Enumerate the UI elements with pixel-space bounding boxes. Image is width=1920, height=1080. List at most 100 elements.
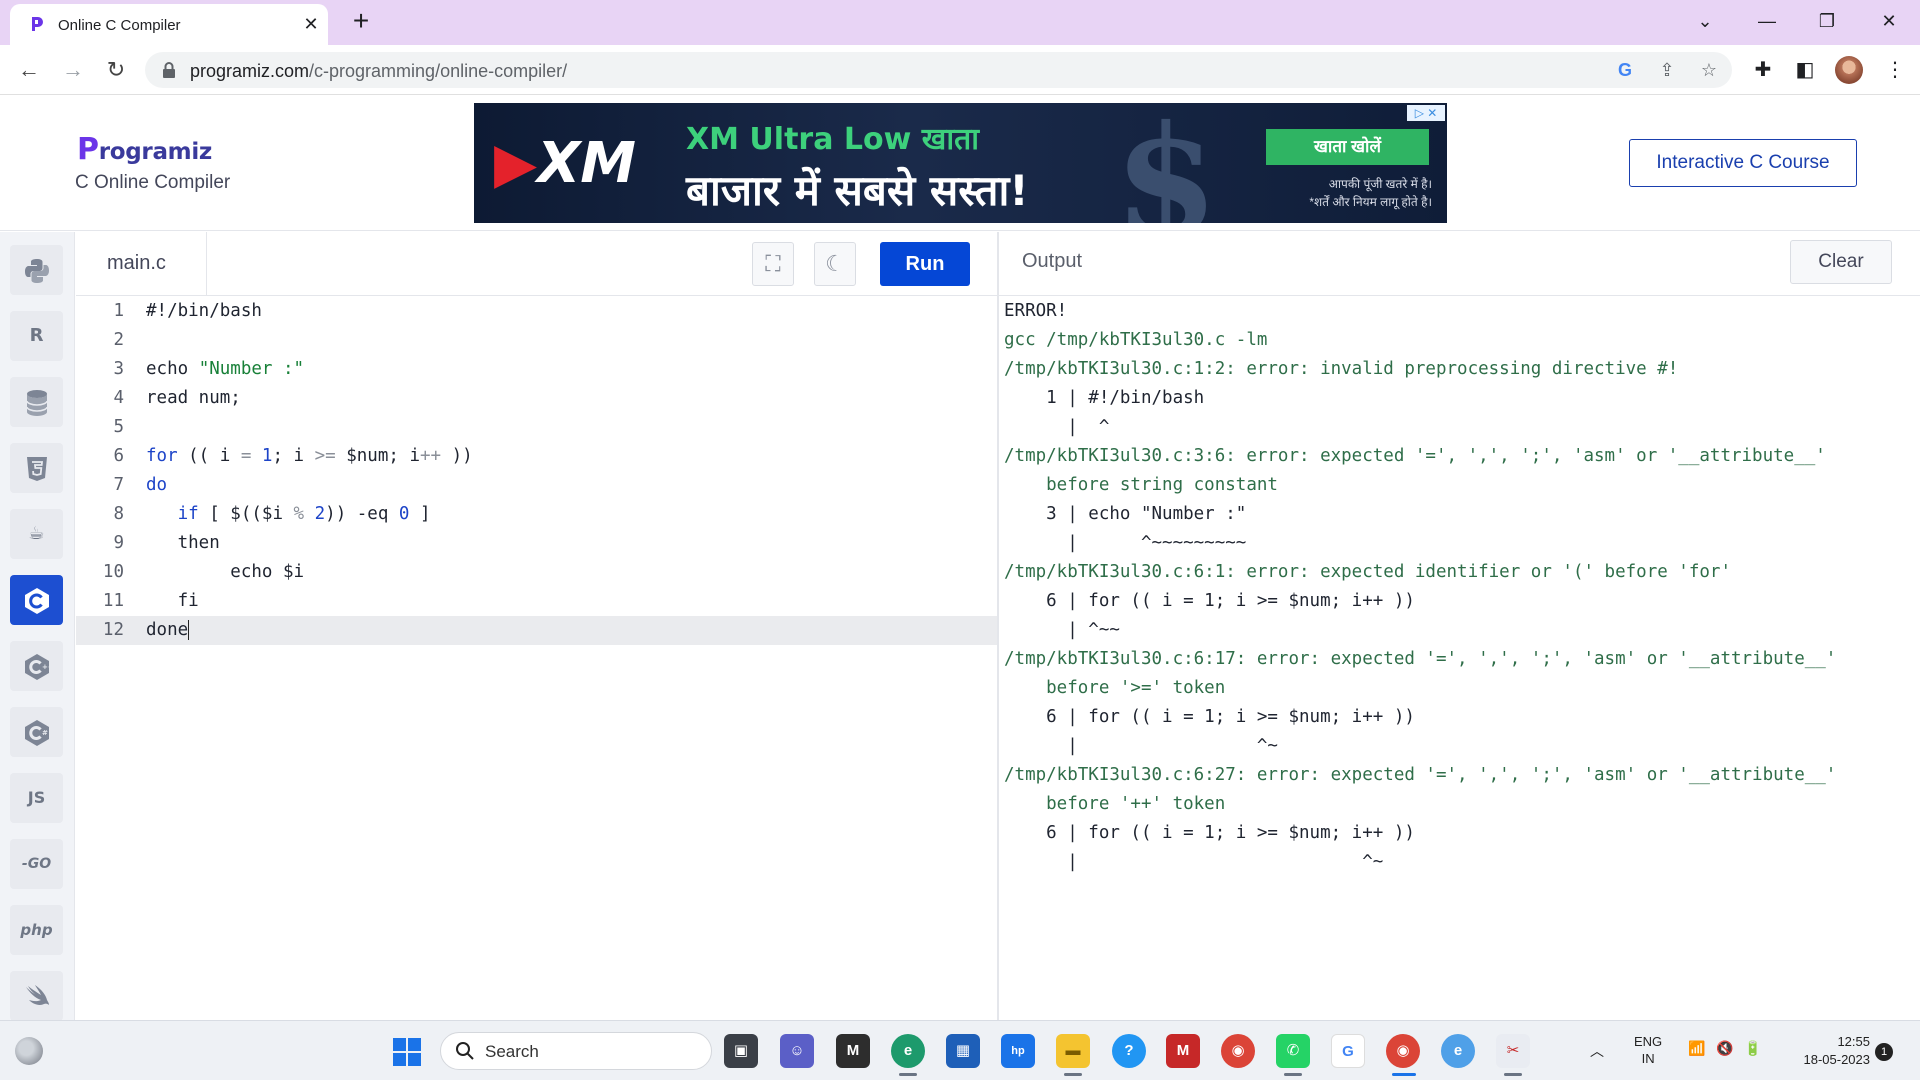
sql-database-icon[interactable] <box>10 377 63 427</box>
svg-text:#: # <box>42 729 48 737</box>
taskbar-search-box[interactable]: Search <box>440 1032 712 1070</box>
input-language-indicator[interactable]: ENG IN <box>1634 1033 1662 1067</box>
forward-arrow-icon[interactable]: → <box>58 55 88 85</box>
output-line: /tmp/kbTKI3ul30.c:3:6: error: expected '… <box>1004 446 1826 466</box>
new-tab-icon[interactable]: + <box>346 7 376 37</box>
go-icon[interactable]: -GO <box>10 839 63 889</box>
output-header: Output Clear <box>999 232 1920 296</box>
ad-tagline: बाजार में सबसे सस्ता! <box>686 166 1029 215</box>
output-line: /tmp/kbTKI3ul30.c:6:27: error: expected … <box>1004 765 1837 785</box>
editor-header: main.c ⛶ ☾ Run <box>76 232 997 296</box>
code-line: 11 fi <box>102 591 199 611</box>
output-line: | ^~ <box>1004 736 1278 756</box>
output-line: | ^~ <box>1004 852 1384 872</box>
output-line: ERROR! <box>1004 301 1068 321</box>
notification-badge[interactable]: 1 <box>1875 1043 1893 1061</box>
code-line: 9 then <box>113 533 220 553</box>
php-icon[interactable]: php <box>10 905 63 955</box>
support-app-icon[interactable]: ? <box>1112 1034 1146 1068</box>
minimize-icon[interactable]: — <box>1752 6 1782 36</box>
code-line: 8 if [ $(($i % 2)) -eq 0 ] <box>113 504 431 524</box>
profile-avatar[interactable] <box>1835 56 1863 84</box>
output-line: | ^ <box>1004 417 1110 437</box>
java-icon[interactable]: ☕ <box>10 509 63 559</box>
code-line-current: 12 done <box>76 616 997 645</box>
address-bar[interactable]: programiz.com/c-programming/online-compi… <box>145 52 1732 88</box>
file-explorer-icon[interactable]: ▬ <box>1056 1034 1090 1068</box>
code-editor[interactable]: 1 #!/bin/bash 2 3 echo "Number :" 4 read nu… <box>76 297 997 1020</box>
snipping-tool-icon[interactable]: ✂ <box>1496 1034 1530 1068</box>
file-tab-main-c[interactable]: main.c <box>76 232 207 295</box>
side-panel-icon[interactable]: ◧ <box>1790 55 1820 85</box>
tab-search-chevron-icon[interactable]: ⌄ <box>1690 6 1720 36</box>
ad-banner[interactable]: ▶XM XM Ultra Low खाता बाजार में सबसे सस्… <box>474 103 1447 223</box>
chrome-profile-icon[interactable]: ◉ <box>1386 1034 1420 1068</box>
extensions-puzzle-icon[interactable]: ✚ <box>1748 55 1778 85</box>
interactive-course-button[interactable]: Interactive C Course <box>1629 139 1857 187</box>
programiz-logo[interactable]: Programiz <box>77 132 212 167</box>
output-line: before '>=' token <box>1004 678 1226 698</box>
edge-icon[interactable]: e <box>891 1034 925 1068</box>
battery-icon[interactable]: 🔋 <box>1744 1040 1761 1057</box>
code-line: 3 echo "Number :" <box>113 359 305 379</box>
chrome-menu-icon[interactable]: ⋮ <box>1880 55 1910 85</box>
ad-choices-icon[interactable]: ▷ ✕ <box>1407 105 1445 121</box>
weather-widget-icon[interactable] <box>15 1037 43 1065</box>
cpp-icon[interactable]: ++ <box>10 641 63 691</box>
restore-icon[interactable]: ❐ <box>1812 6 1842 36</box>
swift-icon[interactable] <box>10 971 63 1021</box>
wifi-icon[interactable]: 📶 <box>1688 1040 1705 1057</box>
ad-cta-button[interactable]: खाता खोलें <box>1266 129 1429 165</box>
browser-tab-strip: Online C Compiler ✕ + ⌄ — ❐ ✕ <box>0 0 1920 45</box>
edge-dev-icon[interactable]: e <box>1441 1034 1475 1068</box>
task-view-icon[interactable]: ▣ <box>724 1034 758 1068</box>
dark-mode-moon-icon[interactable]: ☾ <box>814 242 856 286</box>
output-line: 6 | for (( i = 1; i >= $num; i++ )) <box>1004 707 1415 727</box>
search-icon <box>456 1042 474 1060</box>
hp-app-icon[interactable]: hp <box>1001 1034 1035 1068</box>
code-line: 5 <box>113 417 124 437</box>
tab-close-icon[interactable]: ✕ <box>300 13 322 35</box>
c-language-icon[interactable] <box>10 575 63 625</box>
output-line: /tmp/kbTKI3ul30.c:1:2: error: invalid pr… <box>1004 359 1679 379</box>
volume-muted-icon[interactable]: 🔇 <box>1716 1040 1733 1057</box>
fullscreen-icon[interactable]: ⛶ <box>752 242 794 286</box>
whatsapp-active-indicator <box>1284 1073 1302 1076</box>
clear-button[interactable]: Clear <box>1790 240 1892 284</box>
csharp-icon[interactable]: # <box>10 707 63 757</box>
output-line: 6 | for (( i = 1; i >= $num; i++ )) <box>1004 823 1415 843</box>
r-language-icon[interactable]: R <box>10 311 63 361</box>
python-icon[interactable] <box>10 245 63 295</box>
javascript-icon[interactable]: JS <box>10 773 63 823</box>
bookmark-star-icon[interactable]: ☆ <box>1697 58 1721 82</box>
output-line: /tmp/kbTKI3ul30.c:6:17: error: expected … <box>1004 649 1837 669</box>
output-line: | ^~~ <box>1004 620 1120 640</box>
show-hidden-icons-chevron-icon[interactable]: ︿ <box>1590 1041 1604 1061</box>
code-line: 4 read num; <box>113 388 241 408</box>
html5-icon[interactable] <box>10 443 63 493</box>
close-window-icon[interactable]: ✕ <box>1874 6 1904 36</box>
windows-start-icon[interactable] <box>392 1037 422 1067</box>
reload-icon[interactable]: ↻ <box>101 55 131 85</box>
back-arrow-icon[interactable]: ← <box>14 55 44 85</box>
whatsapp-icon[interactable]: ✆ <box>1276 1034 1310 1068</box>
snipping-active-indicator <box>1504 1073 1522 1076</box>
pane-divider[interactable] <box>997 232 999 1020</box>
output-line: before string constant <box>1004 475 1278 495</box>
teams-chat-icon[interactable]: ☺ <box>780 1034 814 1068</box>
output-line: before '++' token <box>1004 794 1226 814</box>
google-app-icon[interactable]: G <box>1331 1034 1365 1068</box>
google-lens-icon[interactable]: G <box>1613 58 1637 82</box>
m-app-icon[interactable]: M <box>836 1034 870 1068</box>
ad-headline: XM Ultra Low खाता <box>686 122 979 157</box>
svg-text:++: ++ <box>42 663 51 671</box>
mcafee-icon[interactable]: M <box>1166 1034 1200 1068</box>
taskbar-clock[interactable]: 12:55 18-05-2023 <box>1785 1033 1871 1069</box>
share-icon[interactable]: ⇪ <box>1655 58 1679 82</box>
run-button[interactable]: Run <box>880 242 970 286</box>
output-title: Output <box>1022 250 1083 272</box>
chrome-icon[interactable]: ◉ <box>1221 1034 1255 1068</box>
code-line: 7 do <box>113 475 168 495</box>
microsoft-store-icon[interactable]: ▦ <box>946 1034 980 1068</box>
browser-tab[interactable]: Online C Compiler ✕ <box>10 4 328 45</box>
